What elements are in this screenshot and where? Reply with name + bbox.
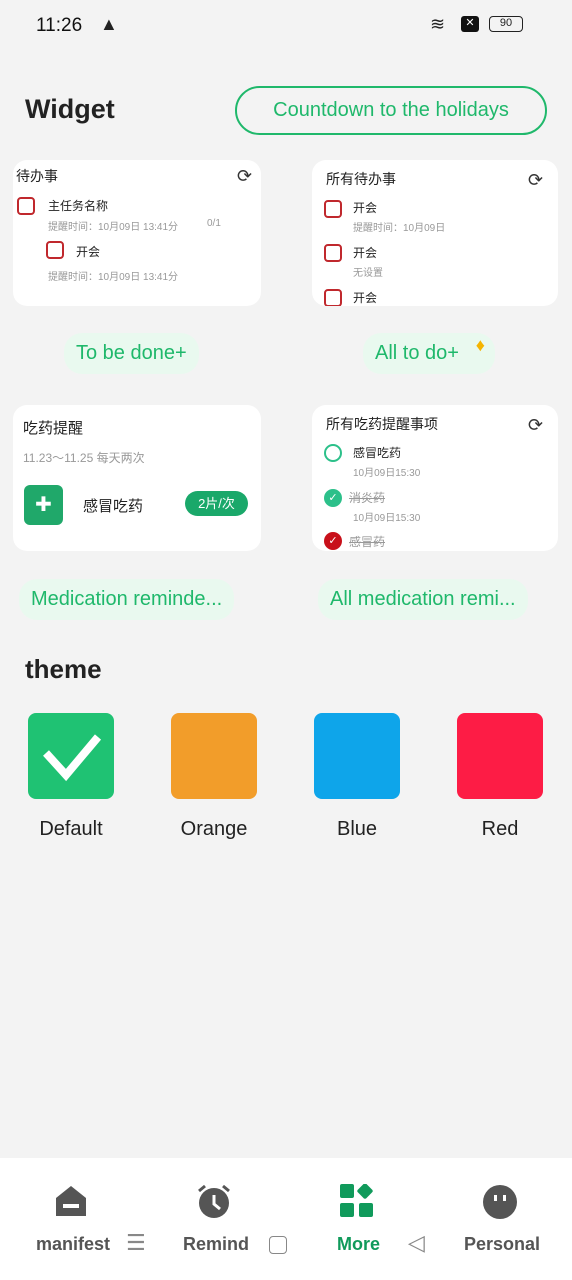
nav-label: Remind	[183, 1234, 250, 1254]
system-back-icon[interactable]: ◁	[408, 1230, 425, 1256]
refresh-icon[interactable]: ⟳	[528, 170, 543, 191]
button-label: All to do+	[375, 342, 459, 364]
med-name: 感冒吃药	[353, 446, 402, 460]
home-icon	[56, 1186, 86, 1216]
sim-x-icon: ✕	[461, 16, 479, 32]
task-name: 开会	[76, 245, 101, 259]
alarm-icon	[198, 1184, 230, 1218]
grid-icon	[340, 1184, 373, 1217]
dose-badge: 2片/次	[185, 491, 248, 516]
circle-check-icon[interactable]	[324, 444, 342, 462]
nav-label: manifest	[36, 1234, 111, 1254]
checkbox[interactable]	[17, 197, 35, 215]
drug-name: 感冒吃药	[83, 498, 144, 515]
nav-label: More	[337, 1234, 381, 1254]
widget-title: 待办事	[16, 168, 58, 184]
status-bar: 11:26 ▲ ≋ ✕ 90	[0, 0, 572, 50]
med-name: 感冒药	[349, 535, 386, 549]
system-home-icon[interactable]	[269, 1236, 287, 1254]
wifi-icon: ≋	[430, 14, 446, 34]
task-name: 开会	[353, 246, 378, 260]
todo-widget[interactable]: 待办事 ⟳ 主任务名称 提醒时间：10月09日 13:41分 0/1 开会 提醒…	[13, 160, 261, 306]
medication-range: 11.23～11.25 每天两次	[23, 451, 145, 465]
nav-manifest[interactable]: manifest	[0, 1158, 143, 1280]
nav-more[interactable]: More	[286, 1158, 429, 1280]
theme-label: Default	[39, 818, 103, 840]
add-all-todo-widget-button[interactable]: All to do+ ♦	[363, 333, 495, 374]
theme-default-swatch[interactable]	[28, 713, 114, 799]
face-icon	[483, 1185, 517, 1219]
theme-title: theme	[25, 654, 102, 684]
theme-label: Orange	[180, 818, 248, 840]
checkbox[interactable]	[324, 200, 342, 218]
checkbox[interactable]	[46, 241, 64, 259]
checkbox[interactable]	[324, 244, 342, 262]
bottom-nav: manifest ☰ Remind More ◁ Personal	[0, 1158, 572, 1280]
battery-icon: 90	[489, 16, 523, 32]
task-name: 主任务名称	[48, 199, 109, 213]
task-name: 开会	[353, 291, 378, 305]
med-time: 10月09日15:30	[353, 513, 421, 524]
warning-icon: ▲	[100, 14, 118, 34]
checked-circle-icon[interactable]: ✓	[324, 532, 342, 550]
widget-title: 所有待办事	[326, 171, 396, 187]
nav-remind[interactable]: Remind	[143, 1158, 286, 1280]
all-todo-widget[interactable]: 所有待办事 ⟳ 开会 提醒时间：10月09日 开会 无设置 开会	[312, 160, 558, 306]
medication-widget[interactable]: 吃药提醒 11.23～11.25 每天两次 ✚ 感冒吃药 2片/次	[13, 405, 261, 551]
subtask-progress: 0/1	[207, 218, 221, 229]
add-medication-widget-button[interactable]: Medication reminde...	[19, 579, 235, 620]
task-name: 开会	[353, 201, 378, 215]
refresh-icon[interactable]: ⟳	[528, 415, 543, 436]
theme-red-swatch[interactable]	[457, 713, 543, 799]
task-time: 提醒时间：10月09日	[353, 223, 446, 234]
med-name: 消炎药	[349, 491, 386, 505]
theme-blue-swatch[interactable]	[314, 713, 400, 799]
countdown-button[interactable]: Countdown to the holidays	[235, 86, 547, 135]
checkmark-icon	[43, 734, 102, 782]
widget-title: 吃药提醒	[23, 420, 84, 437]
checked-circle-icon[interactable]: ✓	[324, 489, 342, 507]
refresh-icon[interactable]: ⟳	[237, 166, 252, 187]
checkbox[interactable]	[324, 289, 342, 306]
task-time: 提醒时间：10月09日 13:41分	[48, 272, 179, 283]
nav-label: Personal	[464, 1234, 541, 1254]
page-title: Widget	[25, 94, 115, 124]
add-all-medication-widget-button[interactable]: All medication remi...	[318, 579, 528, 620]
status-time: 11:26	[36, 15, 83, 36]
task-time: 提醒时间：10月09日 13:41分	[48, 222, 179, 233]
vip-diamond-icon: ♦	[475, 335, 485, 355]
nav-personal[interactable]: Personal	[429, 1158, 572, 1280]
theme-orange-swatch[interactable]	[171, 713, 257, 799]
theme-label: Blue	[336, 818, 378, 840]
add-todo-widget-button[interactable]: To be done+	[64, 333, 199, 374]
widget-title: 所有吃药提醒事项	[326, 416, 438, 432]
med-time: 10月09日15:30	[353, 468, 421, 479]
all-medication-widget[interactable]: 所有吃药提醒事项 ⟳ 感冒吃药 10月09日15:30 ✓ 消炎药 10月09日…	[312, 405, 558, 551]
task-time: 无设置	[353, 268, 383, 279]
theme-label: Red	[481, 818, 519, 840]
medicine-bottle-icon: ✚	[24, 485, 63, 525]
